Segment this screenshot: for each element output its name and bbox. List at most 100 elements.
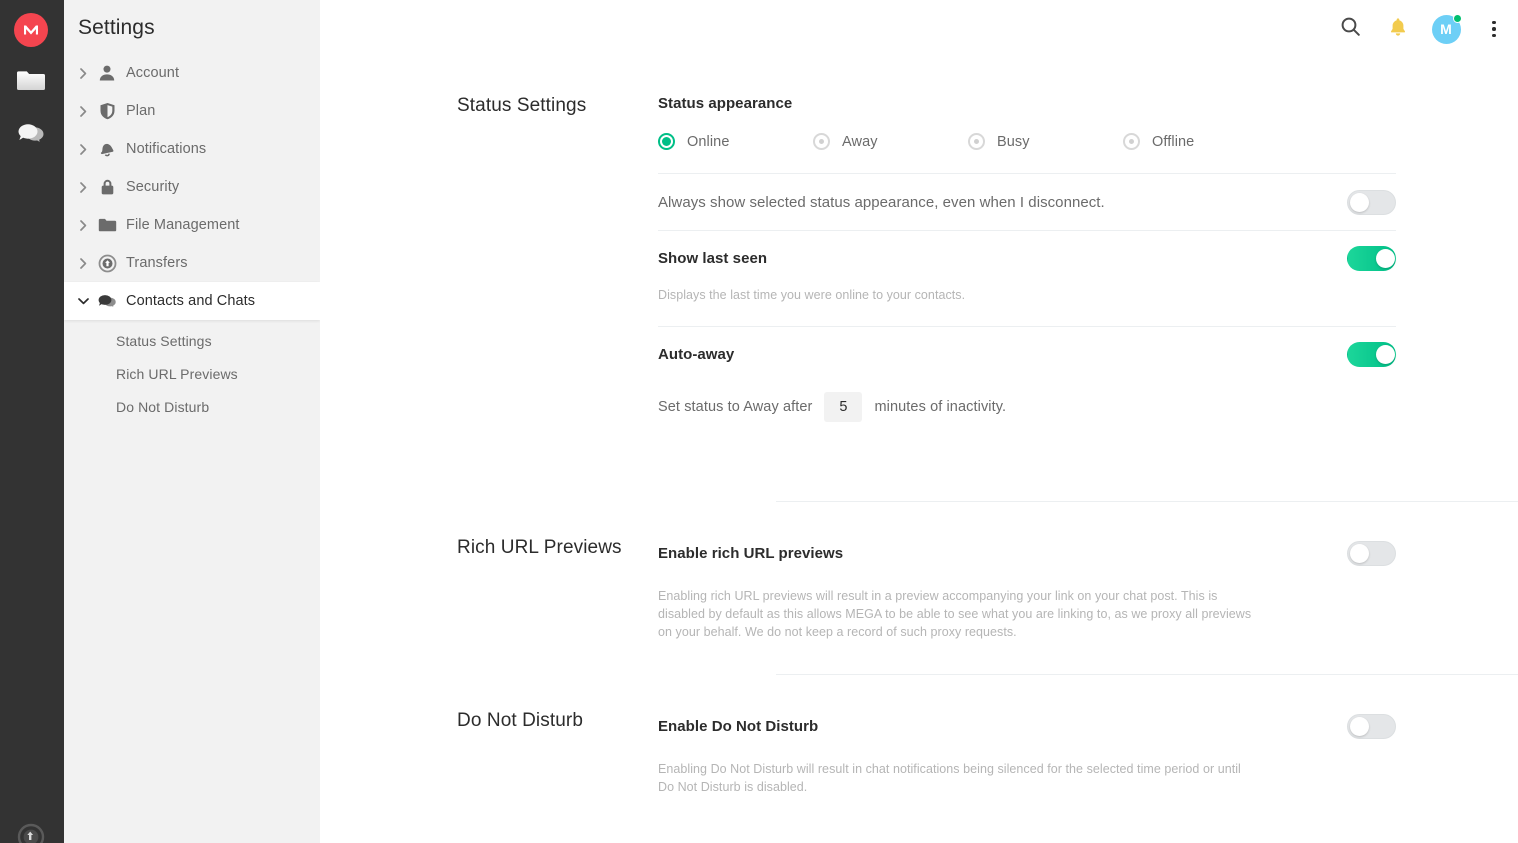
sidebar-item-label: Plan: [126, 103, 156, 119]
status-appearance-label: Status appearance: [658, 95, 793, 112]
settings-sidebar: Settings Account Plan Notifications Secu…: [64, 0, 320, 843]
sidebar-item-label: Contacts and Chats: [126, 293, 256, 309]
sidebar-item-label: Security: [126, 179, 180, 195]
folder-icon: [96, 214, 118, 236]
chevron-right-icon: [76, 218, 90, 232]
settings-page: Settings Account Plan Notifications Secu…: [0, 0, 1518, 843]
sidebar-subitem-label: Status Settings: [116, 332, 212, 349]
radio-label: Online: [687, 133, 730, 150]
section-title: Do Not Disturb: [457, 710, 583, 731]
sidebar-item-label: Account: [126, 65, 180, 81]
auto-away-suffix: minutes of inactivity.: [874, 399, 1007, 415]
auto-away-config-row: Set status to Away after minutes of inac…: [658, 392, 1396, 422]
chevron-right-icon: [76, 66, 90, 80]
radio-option-busy[interactable]: Busy: [968, 133, 1123, 150]
section-title: Rich URL Previews: [457, 537, 622, 558]
radio-option-away[interactable]: Away: [813, 133, 968, 150]
radio-label: Offline: [1152, 133, 1195, 150]
show-last-seen-label: Show last seen: [658, 250, 768, 267]
rich-url-helper: Enabling rich URL previews will result i…: [658, 589, 1252, 639]
section-divider: [776, 674, 1518, 675]
user-avatar-button[interactable]: M: [1422, 5, 1470, 53]
sidebar-item-security[interactable]: Security: [64, 168, 320, 206]
radio-label: Busy: [997, 133, 1030, 150]
section-status-settings: Status Settings Status appearance Online…: [320, 95, 1518, 422]
enable-dnd-toggle[interactable]: [1347, 713, 1396, 739]
online-status-dot: [1452, 13, 1462, 23]
enable-rich-url-toggle[interactable]: [1347, 540, 1396, 566]
section-title-column: Do Not Disturb: [320, 710, 658, 796]
dnd-helper: Enabling Do Not Disturb will result in c…: [658, 762, 1241, 794]
status-appearance-radio-group: Online Away Busy Offline: [658, 133, 1396, 150]
section-body: Enable rich URL previews Enabling rich U…: [658, 537, 1518, 641]
mega-logo[interactable]: [14, 13, 48, 47]
radio-indicator: [658, 133, 675, 150]
sidebar-item-contacts-and-chats[interactable]: Contacts and Chats: [64, 282, 320, 320]
sidebar-subitem-do-not-disturb[interactable]: Do Not Disturb: [64, 390, 320, 423]
sidebar-subitem-label: Rich URL Previews: [116, 365, 238, 382]
show-last-seen-toggle[interactable]: [1347, 246, 1396, 271]
show-last-seen-helper: Displays the last time you were online t…: [658, 288, 966, 302]
section-title: Status Settings: [457, 95, 587, 116]
rail-item-chat[interactable]: [12, 116, 50, 154]
sidebar-item-account[interactable]: Account: [64, 54, 320, 92]
sidebar-item-label: File Management: [126, 217, 240, 233]
rail-item-cloud-drive[interactable]: [12, 64, 50, 102]
sidebar-item-label: Transfers: [126, 255, 188, 271]
bell-icon: [1387, 16, 1409, 43]
auto-away-label: Auto-away: [658, 345, 735, 363]
auto-away-minutes-input[interactable]: [824, 392, 863, 422]
chevron-right-icon: [76, 256, 90, 270]
sidebar-subitem-status-settings[interactable]: Status Settings: [64, 324, 320, 357]
avatar-initial: M: [1440, 21, 1452, 37]
sidebar-item-plan[interactable]: Plan: [64, 92, 320, 130]
shield-icon: [96, 100, 118, 122]
section-title-column: Rich URL Previews: [320, 537, 658, 641]
user-icon: [96, 62, 118, 84]
section-do-not-disturb: Do Not Disturb Enable Do Not Disturb Ena…: [320, 710, 1518, 796]
section-body: Enable Do Not Disturb Enabling Do Not Di…: [658, 710, 1518, 796]
row-enable-dnd: Enable Do Not Disturb: [658, 710, 1396, 742]
rail-item-transfers[interactable]: [12, 820, 50, 843]
folder-icon: [16, 69, 46, 98]
sidebar-subitem-label: Do Not Disturb: [116, 398, 210, 415]
auto-away-toggle[interactable]: [1347, 341, 1396, 367]
sidebar-item-label: Notifications: [126, 141, 207, 157]
sidebar-item-file-management[interactable]: File Management: [64, 206, 320, 244]
row-persist-status: Always show selected status appearance, …: [658, 174, 1396, 230]
radio-indicator: [813, 133, 830, 150]
chat-bubbles-icon: [16, 121, 46, 150]
avatar: M: [1431, 13, 1462, 44]
sidebar-subitem-rich-url-previews[interactable]: Rich URL Previews: [64, 357, 320, 390]
radio-label: Away: [842, 133, 878, 150]
more-menu-button[interactable]: [1470, 5, 1518, 53]
sidebar-item-notifications[interactable]: Notifications: [64, 130, 320, 168]
enable-rich-url-label: Enable rich URL previews: [658, 544, 844, 562]
notifications-button[interactable]: [1374, 5, 1422, 53]
kebab-menu-icon: [1492, 20, 1496, 38]
section-title-column: Status Settings: [320, 95, 658, 422]
search-icon: [1340, 16, 1361, 42]
persist-status-toggle[interactable]: [1347, 189, 1396, 215]
sidebar-item-transfers[interactable]: Transfers: [64, 244, 320, 282]
chevron-down-icon: [76, 294, 90, 308]
chevron-right-icon: [76, 142, 90, 156]
bell-icon: [96, 138, 118, 160]
lock-icon: [96, 176, 118, 198]
settings-nav: Account Plan Notifications Security File…: [64, 54, 320, 423]
chevron-right-icon: [76, 104, 90, 118]
main-content: M Status Settings Status appearance Onli…: [320, 0, 1518, 843]
section-divider: [776, 501, 1518, 502]
row-show-last-seen: Show last seen: [658, 231, 1396, 286]
row-auto-away: Auto-away: [658, 327, 1396, 381]
radio-option-online[interactable]: Online: [658, 133, 813, 150]
transfers-icon: [96, 252, 118, 274]
radio-option-offline[interactable]: Offline: [1123, 133, 1278, 150]
persist-status-label: Always show selected status appearance, …: [658, 193, 1105, 211]
row-enable-rich-url: Enable rich URL previews: [658, 537, 1396, 569]
top-bar: M: [1326, 0, 1518, 58]
enable-dnd-label: Enable Do Not Disturb: [658, 717, 819, 735]
search-button[interactable]: [1326, 5, 1374, 53]
auto-away-prefix: Set status to Away after: [658, 399, 813, 415]
chat-bubbles-icon: [96, 290, 118, 312]
